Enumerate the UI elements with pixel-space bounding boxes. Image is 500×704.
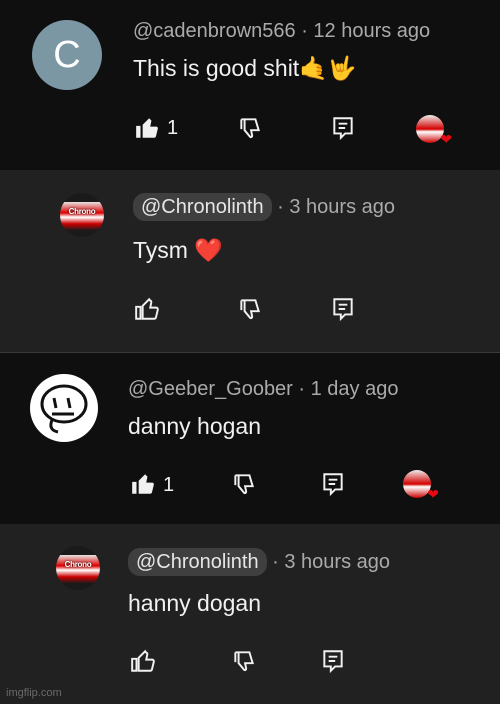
avatar[interactable]: Chrono xyxy=(60,193,104,237)
like-icon[interactable] xyxy=(134,296,160,322)
author-handle-pill[interactable]: @Chronolinth xyxy=(128,548,267,576)
heart-icon: ❤ xyxy=(427,486,439,502)
dislike-icon[interactable] xyxy=(237,115,263,141)
avatar[interactable] xyxy=(30,374,98,442)
author-handle[interactable]: @Geeber_Goober xyxy=(128,378,293,400)
avatar-text: Chrono xyxy=(68,207,96,216)
comment-text: Tysm ❤️ xyxy=(133,237,223,263)
author-handle[interactable]: @cadenbrown566 xyxy=(133,20,296,42)
reply-icon[interactable] xyxy=(330,115,356,141)
timestamp: · 3 hours ago xyxy=(277,196,396,218)
comment-meta: @cadenbrown566 · 12 hours ago xyxy=(133,20,430,43)
avatar[interactable]: Chrono xyxy=(56,546,100,590)
dislike-icon[interactable] xyxy=(231,471,257,497)
dislike-icon[interactable] xyxy=(231,648,257,674)
heart-icon: ❤ xyxy=(440,131,452,147)
creator-heart-badge: ❤ xyxy=(403,470,439,501)
avatar[interactable]: C xyxy=(32,20,102,90)
comment-text: This is good shit🤙🤟 xyxy=(133,55,357,81)
like-icon[interactable] xyxy=(130,648,156,674)
comment-meta: @Geeber_Goober · 1 day ago xyxy=(128,378,398,401)
comment-text: danny hogan xyxy=(128,413,262,439)
avatar-text: Chrono xyxy=(64,560,92,569)
like-count: 1 xyxy=(167,117,179,139)
timestamp: · 1 day ago xyxy=(298,378,399,400)
author-handle-pill[interactable]: @Chronolinth xyxy=(133,193,272,221)
reply-icon[interactable] xyxy=(330,296,356,322)
dislike-icon[interactable] xyxy=(237,296,263,322)
timestamp: · 12 hours ago xyxy=(301,20,431,42)
reply-icon[interactable] xyxy=(320,471,346,497)
like-icon[interactable] xyxy=(134,115,160,141)
reply-icon[interactable] xyxy=(320,648,346,674)
meme-face-icon xyxy=(40,384,88,434)
comment-text: hanny dogan xyxy=(128,590,262,616)
comment-meta: @Chronolinth · 3 hours ago xyxy=(128,548,391,576)
like-icon[interactable] xyxy=(130,471,156,497)
comment-meta: @Chronolinth · 3 hours ago xyxy=(133,193,396,221)
like-count: 1 xyxy=(163,474,175,496)
timestamp: · 3 hours ago xyxy=(272,551,391,573)
watermark: imgflip.com xyxy=(6,687,62,699)
creator-heart-badge: ❤ xyxy=(416,115,452,146)
